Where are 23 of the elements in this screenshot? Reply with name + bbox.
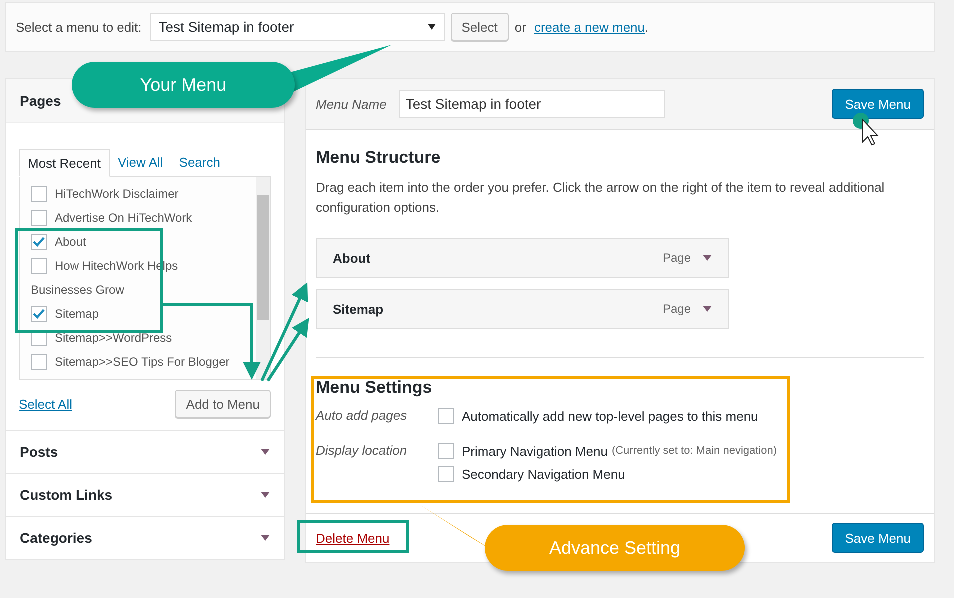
page-item-label: Advertise On HiTechWork [55,211,192,225]
setting-option-label: Secondary Navigation Menu [462,466,626,482]
page-item-label: About [55,235,86,249]
menu-settings-heading: Menu Settings [316,378,434,398]
page-item-label: Businesses Grow [31,283,124,297]
callout-bubble: Your Menu [72,62,295,108]
page-item-label: HiTechWork Disclaimer [55,187,179,201]
period-text: . [645,20,649,34]
setting-option-label: Automatically add new top-level pages to this menu [462,408,758,424]
page-item-label: Sitemap [55,307,100,321]
setting-option-label: Primary Navigation Menu [462,444,608,458]
menu-structure-hint: Drag each item into the order you prefer. Click the arrow on the right of the item to reveal additional configuration options. [316,179,886,217]
menu-picker-label: Select a menu to edit: [16,20,142,34]
page-item-label: Sitemap>>WordPress [55,331,172,345]
menu-item-type: Page [662,251,691,265]
setting-label: Auto add pages [316,408,408,425]
menu-name-label: Menu Name [316,96,387,112]
or-text: or [514,20,526,34]
menu-structure-heading: Menu Structure [316,148,442,168]
setting-note: (Currently set to: Main nevigation) [612,445,778,457]
setting-label: Display location [316,443,408,460]
page-item-label: Sitemap>>SEO Tips For Blogger [55,355,230,369]
menu-item-type: Page [662,302,691,316]
